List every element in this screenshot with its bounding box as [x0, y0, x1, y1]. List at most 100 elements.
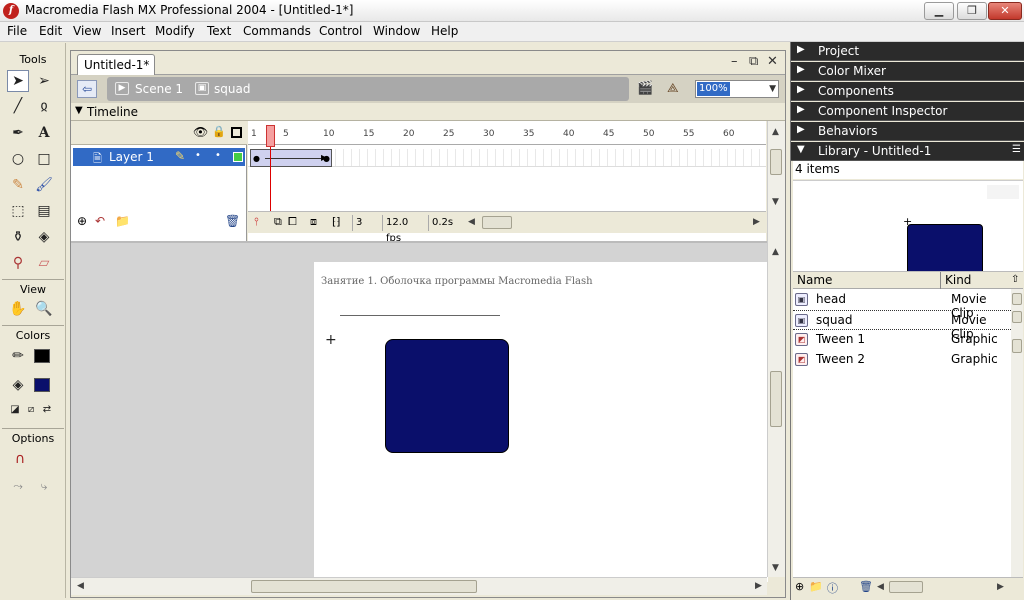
breadcrumb-scene[interactable]: Scene 1 — [135, 82, 183, 96]
menu-file[interactable]: File — [6, 24, 28, 38]
edit-symbols-icon[interactable]: ⟁ — [667, 81, 679, 96]
library-vscroll-thumb[interactable] — [1012, 339, 1022, 353]
timeline-hscroll-thumb[interactable] — [482, 216, 512, 229]
scroll-down-arrow[interactable]: ▼ — [772, 563, 779, 573]
panel-color-mixer[interactable]: ▶ Color Mixer — [791, 62, 1024, 81]
panel-options-icon[interactable]: ☰ — [1012, 144, 1021, 155]
brush-tool-icon[interactable]: 🖌 — [33, 174, 55, 196]
panel-behaviors[interactable]: ▶ Behaviors — [791, 122, 1024, 141]
doc-close-icon[interactable]: ✕ — [767, 54, 778, 69]
panel-project[interactable]: ▶ Project — [791, 42, 1024, 61]
library-item[interactable]: ◩ Tween 2 Graphic — [793, 350, 1011, 370]
library-item[interactable]: ▣ head Movie Clip — [793, 290, 1011, 320]
timeline-header[interactable]: ▼ Timeline — [71, 103, 785, 121]
panel-library[interactable]: ▼ Library - Untitled-1 ☰ — [791, 142, 1024, 161]
menu-text[interactable]: Text — [206, 24, 232, 38]
oval-tool-icon[interactable]: ○ — [7, 148, 29, 170]
library-item[interactable]: ▣ squad Movie Clip — [793, 310, 1011, 341]
layer-row[interactable]: 🗎 Layer 1 ✎ • • — [73, 148, 245, 166]
back-arrow-icon[interactable]: ⇦ — [77, 80, 97, 98]
line-tool-icon[interactable]: ╱ — [7, 95, 29, 117]
subselect-tool-icon[interactable]: ➢ — [33, 70, 55, 92]
onion-skin-icon[interactable]: ⧉ — [274, 215, 282, 229]
panel-components[interactable]: ▶ Components — [791, 82, 1024, 101]
scroll-up-arrow[interactable]: ▲ — [772, 247, 779, 257]
lock-icon[interactable]: 🔒 — [212, 125, 226, 138]
menu-window[interactable]: Window — [372, 24, 421, 38]
scroll-left-arrow[interactable]: ◀ — [877, 582, 884, 592]
swap-colors-icon[interactable]: ⇄ — [36, 399, 58, 421]
add-motion-guide-icon[interactable]: ↶ — [95, 214, 105, 228]
sort-toggle-icon[interactable]: ⇧ — [1011, 274, 1019, 285]
ink-bottle-tool-icon[interactable]: ⚱ — [7, 226, 29, 248]
pencil-tool-icon[interactable]: ✎ — [7, 174, 29, 196]
stage-line[interactable] — [340, 315, 500, 316]
stage-page[interactable]: Занятие 1. Оболочка программы Macromedia… — [314, 262, 768, 582]
straighten-icon[interactable]: ⤷ — [33, 475, 55, 497]
frames-area[interactable]: 1 5 10 15 20 25 30 35 40 45 50 55 60 ● ▶… — [248, 121, 766, 244]
outline-color-box[interactable] — [233, 152, 243, 162]
new-symbol-icon[interactable]: ⊕ — [795, 580, 804, 593]
column-kind[interactable]: Kind — [945, 273, 971, 287]
new-folder-icon[interactable]: 📁 — [809, 580, 823, 593]
zoom-select[interactable]: 100% ▼ — [695, 80, 779, 98]
playhead[interactable] — [266, 125, 275, 147]
smooth-icon[interactable]: ⤳ — [7, 475, 29, 497]
free-transform-tool-icon[interactable]: ⬚ — [7, 200, 29, 222]
wide-view-icon[interactable] — [1012, 293, 1022, 305]
stage-hscroll[interactable]: ◀ ▶ — [71, 577, 767, 595]
timeline-vscroll[interactable]: ▲ ▼ — [767, 121, 785, 241]
scroll-right-arrow[interactable]: ▶ — [753, 217, 760, 227]
menu-control[interactable]: Control — [318, 24, 363, 38]
scroll-right-arrow[interactable]: ▶ — [997, 582, 1004, 592]
squad-shape[interactable] — [385, 339, 509, 453]
scroll-right-arrow[interactable]: ▶ — [755, 581, 762, 591]
pen-tool-icon[interactable]: ✒ — [7, 122, 29, 144]
scroll-down-arrow[interactable]: ▼ — [772, 197, 779, 207]
frame-ruler[interactable]: 1 5 10 15 20 25 30 35 40 45 50 55 60 — [248, 129, 766, 145]
insert-folder-icon[interactable]: 📁 — [115, 214, 130, 228]
edit-scene-icon[interactable]: 🎬 — [637, 81, 653, 96]
insert-layer-icon[interactable]: ⊕ — [77, 214, 87, 228]
onion-outlines-icon[interactable]: ⧠ — [288, 215, 297, 229]
snap-magnet-icon[interactable]: ∩ — [9, 448, 31, 470]
timeline-vscroll-thumb[interactable] — [770, 149, 782, 175]
scroll-up-arrow[interactable]: ▲ — [772, 127, 779, 137]
edit-multiple-frames-icon[interactable]: ⧈ — [310, 215, 317, 229]
lasso-tool-icon[interactable]: ჲ — [33, 95, 55, 117]
menu-help[interactable]: Help — [430, 24, 459, 38]
eraser-tool-icon[interactable]: ▱ — [33, 252, 55, 274]
menu-modify[interactable]: Modify — [154, 24, 196, 38]
properties-icon[interactable]: ⓘ — [827, 580, 838, 596]
visible-dot-icon[interactable]: • — [195, 150, 201, 161]
eyedropper-tool-icon[interactable]: ⚲ — [7, 252, 29, 274]
stage-vscroll-thumb[interactable] — [770, 371, 782, 427]
outline-icon[interactable] — [231, 127, 242, 138]
breadcrumb-symbol[interactable]: squad — [214, 82, 250, 96]
minimize-button[interactable]: ▁ — [924, 2, 954, 20]
trash-icon[interactable]: 🗑 — [859, 580, 873, 593]
narrow-view-icon[interactable] — [1012, 311, 1022, 323]
stage-hscroll-thumb[interactable] — [251, 580, 477, 593]
paint-bucket-tool-icon[interactable]: ◈ — [33, 226, 55, 248]
library-hscroll-thumb[interactable] — [889, 581, 923, 593]
doc-minimize-icon[interactable]: – — [731, 54, 738, 69]
stage-vscroll[interactable]: ▲ ▼ — [767, 241, 785, 577]
column-divider[interactable] — [940, 272, 941, 289]
stroke-color-swatch[interactable] — [34, 349, 50, 363]
arrow-tool-icon[interactable]: ➤ — [7, 70, 29, 92]
library-vscroll[interactable] — [1011, 289, 1023, 577]
zoom-tool-icon[interactable]: 🔍 — [33, 298, 55, 320]
library-item[interactable]: ◩ Tween 1 Graphic — [793, 330, 1011, 350]
restore-button[interactable]: ❐ — [957, 2, 987, 20]
menu-insert[interactable]: Insert — [110, 24, 146, 38]
menu-commands[interactable]: Commands — [242, 24, 312, 38]
menu-view[interactable]: View — [72, 24, 102, 38]
stage-area[interactable]: Занятие 1. Оболочка программы Macromedia… — [71, 241, 768, 582]
fill-transform-tool-icon[interactable]: ▤ — [33, 200, 55, 222]
eye-icon[interactable]: 👁 — [193, 125, 208, 139]
panel-component-inspector[interactable]: ▶ Component Inspector — [791, 102, 1024, 121]
center-frame-icon[interactable]: ⫯ — [254, 215, 259, 229]
close-button[interactable]: ✕ — [988, 2, 1022, 20]
rectangle-tool-icon[interactable]: □ — [33, 148, 55, 170]
